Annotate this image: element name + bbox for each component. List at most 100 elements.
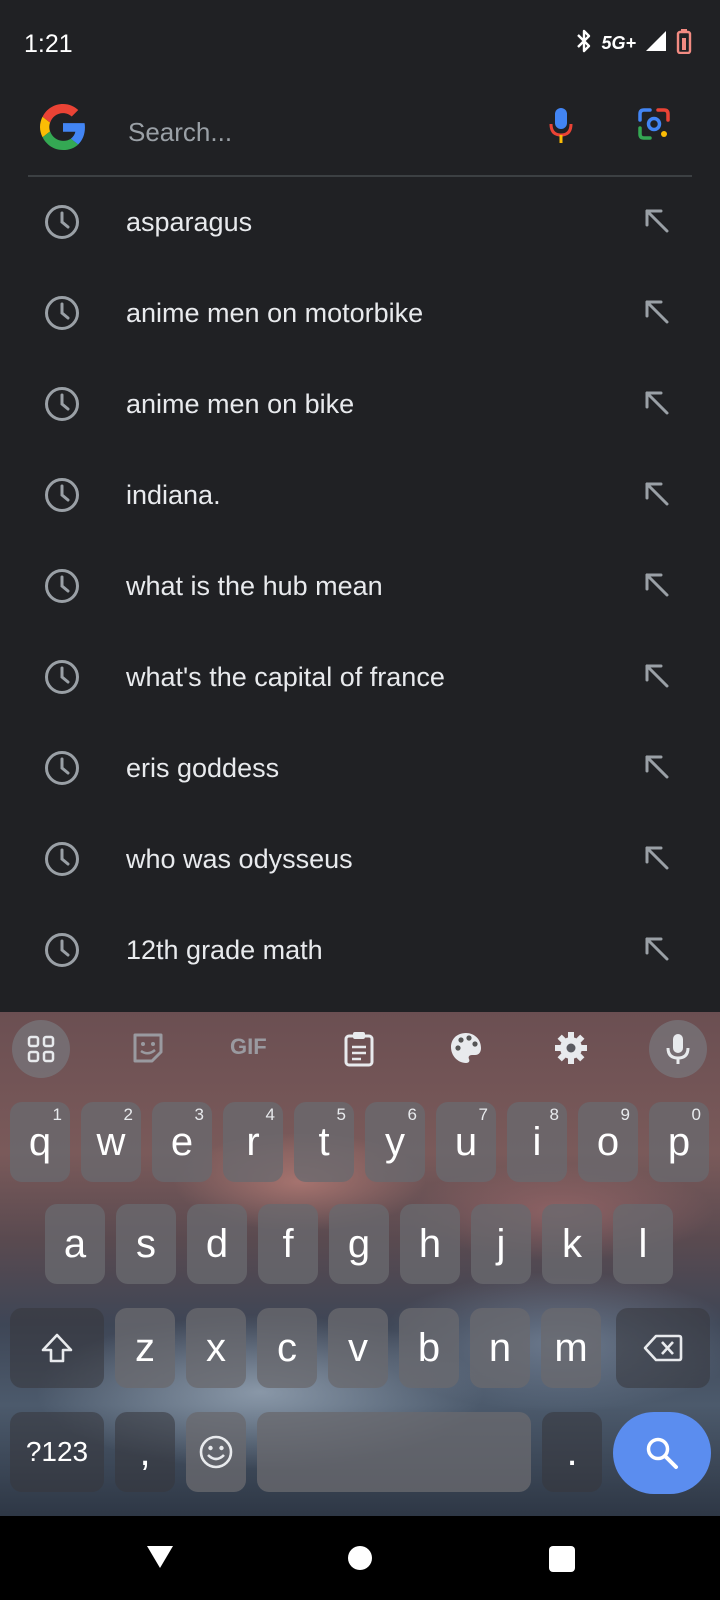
fill-query-arrow-icon[interactable] [643,662,671,695]
history-clock-icon [43,203,81,246]
fill-query-arrow-icon[interactable] [643,298,671,331]
key-letter: w [96,1119,126,1164]
key[interactable]: d [187,1204,247,1284]
keyboard-search-button[interactable] [613,1412,711,1494]
search-divider [28,175,692,177]
google-lens-icon[interactable] [636,106,672,147]
status-time: 1:21 [24,30,73,58]
key-letter: d [205,1221,229,1266]
key[interactable]: f [258,1204,318,1284]
period-key[interactable]: . [542,1412,602,1492]
space-key[interactable] [257,1412,531,1492]
fill-query-arrow-icon[interactable] [643,207,671,240]
key[interactable]: 8i [507,1102,567,1182]
suggestion-text: what's the capital of france [126,662,445,692]
gif-button[interactable]: GIF [230,1034,267,1060]
suggestion-row[interactable]: anime men on motorbike [0,269,720,360]
suggestion-row[interactable]: what is the hub mean [0,542,720,633]
suggestion-text: anime men on bike [126,389,355,419]
key[interactable]: a [45,1204,105,1284]
suggestion-row[interactable]: asparagus [0,178,720,269]
suggestion-row[interactable]: what's the capital of france [0,633,720,724]
key-number-hint: 1 [52,1105,62,1124]
key-letter: m [554,1325,588,1370]
key-letter: f [282,1221,294,1266]
key-letter: y [385,1119,405,1164]
key-letter: v [348,1325,368,1370]
key[interactable]: v [328,1308,388,1388]
keyboard-mic-icon[interactable] [649,1020,707,1078]
navigation-bar [0,1516,720,1600]
key[interactable]: h [400,1204,460,1284]
key[interactable]: 7u [436,1102,496,1182]
fill-query-arrow-icon[interactable] [643,389,671,422]
fill-query-arrow-icon[interactable] [643,935,671,968]
key[interactable]: 6y [365,1102,425,1182]
key-number-hint: 4 [265,1105,275,1124]
shift-key[interactable] [10,1308,104,1388]
status-bar: 1:21 5G+ [0,0,720,90]
key-number-hint: 6 [407,1105,417,1124]
key-letter: z [135,1325,155,1370]
key-letter: g [347,1221,371,1266]
key-number-hint: 5 [336,1105,346,1124]
key-number-hint: 0 [691,1105,701,1124]
comma-key[interactable]: , [115,1412,175,1492]
key[interactable]: s [116,1204,176,1284]
key[interactable]: j [471,1204,531,1284]
key[interactable]: z [115,1308,175,1388]
voice-search-icon[interactable] [546,106,576,151]
key[interactable]: m [541,1308,601,1388]
bluetooth-icon [575,28,593,59]
apps-grid-icon[interactable] [12,1020,70,1078]
key[interactable]: 1q [10,1102,70,1182]
clipboard-icon[interactable] [342,1030,376,1073]
key-letter: c [277,1325,297,1370]
key-letter: o [596,1119,620,1164]
key[interactable]: x [186,1308,246,1388]
key[interactable]: b [399,1308,459,1388]
key-letter: b [417,1325,441,1370]
sticker-icon[interactable] [130,1030,166,1071]
suggestion-row[interactable]: eris goddess [0,724,720,815]
history-clock-icon [43,385,81,428]
backspace-key[interactable] [616,1308,710,1388]
key[interactable]: 9o [578,1102,638,1182]
key[interactable]: 4r [223,1102,283,1182]
key[interactable]: 3e [152,1102,212,1182]
symbols-key-label: ?123 [25,1436,89,1467]
key[interactable]: g [329,1204,389,1284]
key[interactable]: 0p [649,1102,709,1182]
search-input[interactable] [126,108,510,156]
fill-query-arrow-icon[interactable] [643,571,671,604]
key-number-hint: 7 [478,1105,488,1124]
comma-key-label: , [139,1429,151,1474]
back-triangle-icon[interactable] [145,1544,175,1575]
home-circle-icon[interactable] [348,1546,372,1570]
suggestion-row[interactable]: 12th grade math [0,906,720,997]
key[interactable]: k [542,1204,602,1284]
emoji-key[interactable] [186,1412,246,1492]
fill-query-arrow-icon[interactable] [643,753,671,786]
suggestion-row[interactable]: indiana. [0,451,720,542]
key[interactable]: n [470,1308,530,1388]
key[interactable]: 2w [81,1102,141,1182]
suggestion-row[interactable]: who was odysseus [0,815,720,906]
recents-square-icon[interactable] [549,1546,575,1572]
history-clock-icon [43,476,81,519]
search-bar [0,88,720,177]
key-letter: s [136,1221,156,1266]
key[interactable]: c [257,1308,317,1388]
key-letter: n [488,1325,512,1370]
suggestion-row[interactable]: anime men on bike [0,360,720,451]
fill-query-arrow-icon[interactable] [643,844,671,877]
fill-query-arrow-icon[interactable] [643,480,671,513]
key[interactable]: 5t [294,1102,354,1182]
settings-gear-icon[interactable] [553,1030,589,1071]
signal-icon [644,29,668,58]
key-letter: x [206,1325,226,1370]
battery-icon [676,28,692,59]
theme-palette-icon[interactable] [448,1030,484,1071]
symbols-key[interactable]: ?123 [10,1412,104,1492]
key[interactable]: l [613,1204,673,1284]
